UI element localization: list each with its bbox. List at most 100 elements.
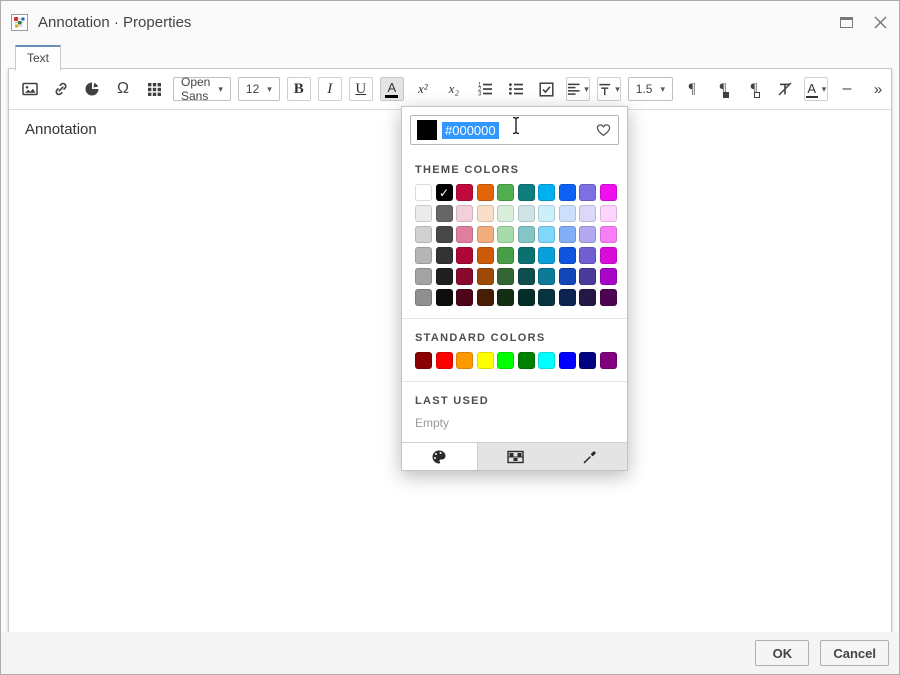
color-swatch[interactable] bbox=[415, 205, 432, 222]
color-swatch[interactable] bbox=[559, 205, 576, 222]
color-swatch[interactable] bbox=[518, 289, 535, 306]
color-swatch[interactable] bbox=[477, 352, 494, 369]
color-swatch[interactable] bbox=[436, 205, 453, 222]
color-swatch[interactable] bbox=[497, 247, 514, 264]
color-swatch[interactable] bbox=[579, 184, 596, 201]
clear-format-button[interactable] bbox=[773, 77, 797, 101]
color-swatch[interactable] bbox=[559, 352, 576, 369]
color-swatch[interactable] bbox=[415, 226, 432, 243]
color-swatch[interactable] bbox=[415, 268, 432, 285]
favorite-button[interactable] bbox=[595, 122, 612, 138]
color-swatch[interactable] bbox=[600, 184, 617, 201]
color-swatch[interactable] bbox=[559, 247, 576, 264]
color-swatch[interactable] bbox=[456, 205, 473, 222]
color-swatch[interactable] bbox=[436, 247, 453, 264]
color-swatch[interactable] bbox=[497, 205, 514, 222]
color-swatch[interactable] bbox=[477, 289, 494, 306]
color-swatch[interactable] bbox=[497, 184, 514, 201]
paragraph-before-button[interactable]: ¶ bbox=[711, 77, 735, 101]
color-swatch[interactable] bbox=[600, 352, 617, 369]
color-swatch[interactable] bbox=[538, 184, 555, 201]
color-swatch[interactable] bbox=[538, 289, 555, 306]
highlight-color-select[interactable]: A ▾ bbox=[804, 77, 828, 101]
color-swatch[interactable] bbox=[579, 226, 596, 243]
color-swatch[interactable] bbox=[456, 352, 473, 369]
insert-symbol-button[interactable]: Ω bbox=[111, 77, 135, 101]
color-swatch[interactable] bbox=[518, 184, 535, 201]
color-swatch[interactable] bbox=[456, 268, 473, 285]
align-select[interactable]: ▾ bbox=[566, 77, 590, 101]
color-swatch[interactable] bbox=[600, 289, 617, 306]
font-name-select[interactable]: Open Sans ▾ bbox=[173, 77, 231, 101]
paragraph-after-button[interactable]: ¶ bbox=[742, 77, 766, 101]
font-size-select[interactable]: 12 ▾ bbox=[238, 77, 280, 101]
color-swatch[interactable] bbox=[579, 247, 596, 264]
insert-link-button[interactable] bbox=[49, 77, 73, 101]
color-swatch[interactable] bbox=[415, 352, 432, 369]
insert-chart-button[interactable] bbox=[80, 77, 104, 101]
line-spacing-select[interactable]: 1.5 ▾ bbox=[628, 77, 673, 101]
subscript-button[interactable]: x₂ bbox=[442, 77, 466, 101]
ok-button[interactable]: OK bbox=[755, 640, 809, 666]
color-swatch[interactable] bbox=[600, 247, 617, 264]
numbered-list-button[interactable]: 123 bbox=[473, 77, 497, 101]
close-button[interactable] bbox=[871, 13, 889, 31]
bold-button[interactable]: B bbox=[287, 77, 311, 101]
color-swatch[interactable] bbox=[497, 268, 514, 285]
color-swatch[interactable] bbox=[600, 205, 617, 222]
color-swatch[interactable] bbox=[415, 289, 432, 306]
insert-image-button[interactable] bbox=[18, 77, 42, 101]
color-swatch[interactable] bbox=[456, 247, 473, 264]
font-color-button[interactable]: A bbox=[380, 77, 404, 101]
color-swatch[interactable] bbox=[559, 289, 576, 306]
color-swatch[interactable] bbox=[518, 352, 535, 369]
more-tools-button[interactable]: » bbox=[866, 77, 890, 101]
paragraph-marks-button[interactable]: ¶ bbox=[680, 77, 704, 101]
underline-button[interactable]: U bbox=[349, 77, 373, 101]
color-swatch[interactable] bbox=[497, 352, 514, 369]
color-swatch[interactable] bbox=[477, 268, 494, 285]
color-swatch[interactable] bbox=[477, 184, 494, 201]
color-swatch[interactable] bbox=[600, 268, 617, 285]
color-swatch[interactable] bbox=[559, 226, 576, 243]
color-swatch[interactable]: ✓ bbox=[436, 184, 453, 201]
color-swatch[interactable] bbox=[559, 268, 576, 285]
superscript-button[interactable]: x² bbox=[411, 77, 435, 101]
color-swatch[interactable] bbox=[436, 289, 453, 306]
checkbox-list-button[interactable] bbox=[535, 77, 559, 101]
picker-tab-palette[interactable] bbox=[402, 443, 478, 470]
maximize-button[interactable] bbox=[837, 13, 855, 31]
color-swatch[interactable] bbox=[579, 268, 596, 285]
color-swatch[interactable] bbox=[579, 352, 596, 369]
bullet-list-button[interactable] bbox=[504, 77, 528, 101]
color-swatch[interactable] bbox=[600, 226, 617, 243]
color-swatch[interactable] bbox=[518, 268, 535, 285]
cancel-button[interactable]: Cancel bbox=[820, 640, 889, 666]
color-swatch[interactable] bbox=[436, 268, 453, 285]
italic-button[interactable]: I bbox=[318, 77, 342, 101]
decrease-button[interactable]: – bbox=[835, 77, 859, 101]
color-swatch[interactable] bbox=[559, 184, 576, 201]
color-swatch[interactable] bbox=[456, 184, 473, 201]
color-swatch[interactable] bbox=[538, 268, 555, 285]
color-swatch[interactable] bbox=[477, 226, 494, 243]
color-swatch[interactable] bbox=[415, 247, 432, 264]
hex-color-input[interactable]: #000000 bbox=[442, 122, 499, 139]
picker-tab-eyedropper[interactable] bbox=[552, 443, 627, 470]
color-swatch[interactable] bbox=[518, 247, 535, 264]
color-swatch[interactable] bbox=[579, 289, 596, 306]
color-swatch[interactable] bbox=[538, 352, 555, 369]
color-swatch[interactable] bbox=[538, 226, 555, 243]
vertical-align-select[interactable]: ▾ bbox=[597, 77, 621, 101]
color-swatch[interactable] bbox=[538, 247, 555, 264]
color-swatch[interactable] bbox=[436, 226, 453, 243]
color-swatch[interactable] bbox=[538, 205, 555, 222]
insert-table-button[interactable] bbox=[142, 77, 166, 101]
color-swatch[interactable] bbox=[497, 289, 514, 306]
color-swatch[interactable] bbox=[477, 247, 494, 264]
color-swatch[interactable] bbox=[518, 226, 535, 243]
picker-tab-custom[interactable] bbox=[478, 443, 553, 470]
color-swatch[interactable] bbox=[456, 226, 473, 243]
color-swatch[interactable] bbox=[456, 289, 473, 306]
color-swatch[interactable] bbox=[518, 205, 535, 222]
